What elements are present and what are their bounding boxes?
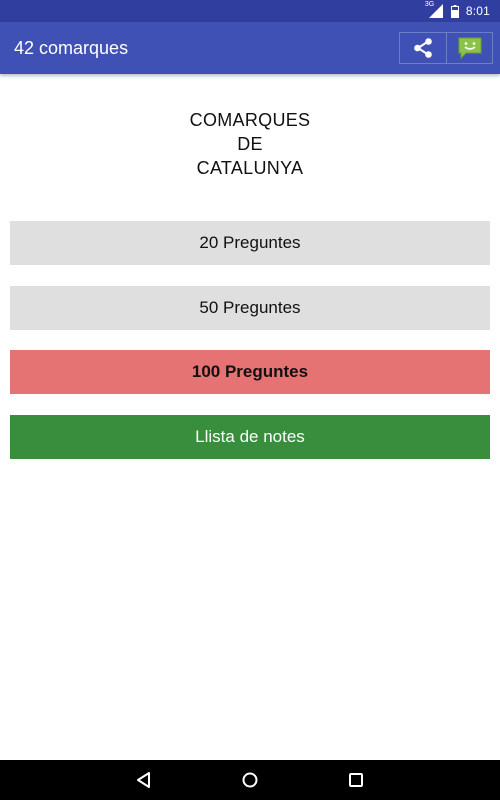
recents-button[interactable]	[345, 769, 367, 791]
network-signal-icon: 3G	[424, 1, 443, 18]
screen: 3G 8:01 42 comarques COMARQUES DE CATALU…	[0, 0, 500, 800]
app-title: 42 comarques	[14, 38, 129, 58]
navigation-bar	[0, 760, 500, 800]
back-button[interactable]	[133, 769, 155, 791]
home-icon	[242, 772, 258, 788]
scores-list-button[interactable]: Llista de notes	[10, 415, 490, 459]
battery-icon	[450, 4, 459, 18]
quiz-20-button[interactable]: 20 Preguntes	[10, 221, 490, 265]
recents-icon	[349, 773, 363, 787]
chat-smile-icon	[458, 37, 481, 60]
app-bar-actions	[399, 32, 493, 64]
app-bar: 42 comarques	[0, 22, 500, 74]
share-icon	[414, 38, 432, 58]
back-icon	[137, 772, 150, 788]
title-line-3: CATALUNYA	[196, 158, 304, 178]
status-time: 8:01	[465, 4, 490, 18]
title-line-1: COMARQUES	[189, 110, 311, 130]
share-button[interactable]	[400, 33, 446, 63]
page-title: COMARQUES DE CATALUNYA	[0, 108, 500, 180]
feedback-button[interactable]	[446, 33, 492, 63]
network-type-label: 3G	[424, 1, 435, 8]
title-line-2: DE	[237, 134, 263, 154]
home-button[interactable]	[239, 769, 261, 791]
quiz-50-button[interactable]: 50 Preguntes	[10, 286, 490, 330]
status-bar: 3G 8:01	[0, 0, 500, 22]
quiz-100-button[interactable]: 100 Preguntes	[10, 350, 490, 394]
